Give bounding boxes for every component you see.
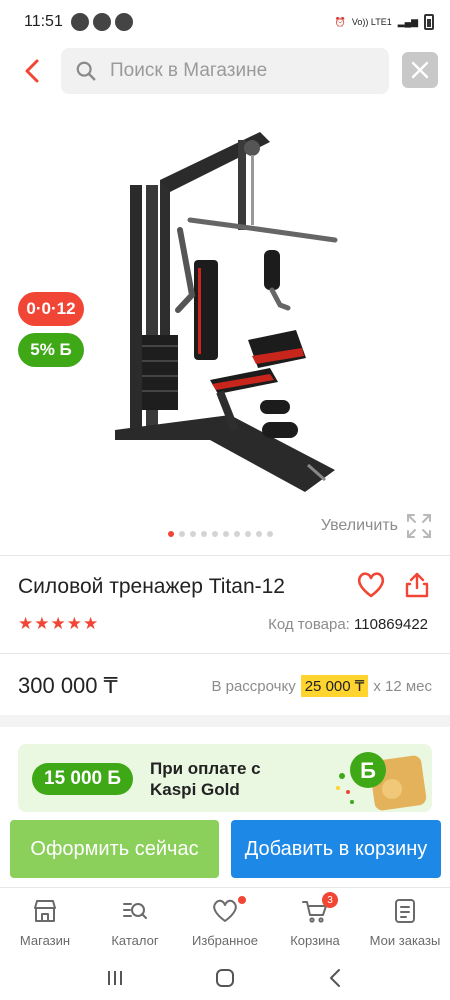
bottom-nav: Магазин Каталог Избранное 3 Корзина Мои …: [0, 887, 450, 955]
expand-icon: [407, 514, 431, 538]
network-indicator: Vo)) LTE1: [351, 17, 392, 27]
home-button[interactable]: [210, 963, 240, 993]
system-navigation: [0, 955, 450, 1000]
product-image[interactable]: [100, 130, 345, 500]
gallery-pagination[interactable]: [168, 531, 273, 537]
divider: [0, 555, 450, 556]
share-icon[interactable]: [404, 571, 430, 599]
cart-count-badge: 3: [322, 892, 338, 908]
back-button[interactable]: [18, 54, 48, 88]
gold-text-line1: При оплате с: [150, 759, 261, 778]
status-bar: 11:51 ⏰ Vo)) LTE1 ▂▄▆: [0, 0, 450, 44]
nav-label: Корзина: [290, 933, 340, 948]
section-gap: [0, 715, 450, 727]
recent-apps-icon: [108, 970, 122, 985]
nav-label: Мои заказы: [369, 933, 441, 948]
kaspi-gold-card-icon: Б: [336, 752, 427, 811]
product-gallery[interactable]: 0·0·12 5% Б Увеличить: [0, 120, 450, 540]
catalog-icon: [123, 903, 147, 919]
nav-item-orders[interactable]: Мои заказы: [360, 888, 450, 955]
heart-icon: [213, 899, 237, 922]
zoom-label: Увеличить: [320, 517, 398, 534]
installment-info[interactable]: В рассрочку 25 000 ₸ х 12 мес: [211, 675, 432, 697]
favorites-indicator: [238, 896, 246, 904]
battery-icon: [424, 14, 434, 30]
bonus-badge: 5% Б: [18, 333, 84, 367]
nav-item-favorites[interactable]: Избранное: [180, 888, 270, 955]
product-sku: Код товара: 110869422: [268, 616, 428, 633]
nav-label: Магазин: [19, 933, 71, 948]
zoom-button[interactable]: Увеличить: [321, 513, 432, 539]
search-header: Поиск в Магазине: [0, 46, 450, 98]
nav-item-store[interactable]: Магазин: [0, 888, 90, 955]
alarm-icon: ⏰: [334, 16, 346, 27]
orders-icon: [395, 899, 415, 923]
installment-badge: 0·0·12: [18, 292, 84, 326]
pagination-dot[interactable]: [245, 531, 251, 537]
pagination-dot[interactable]: [234, 531, 240, 537]
status-time: 11:51: [24, 13, 63, 30]
shazam-icon: [92, 13, 111, 31]
rating-stars[interactable]: ★★★★★: [18, 614, 99, 634]
checkout-button[interactable]: Оформить сейчас: [10, 820, 219, 878]
home-icon: [216, 968, 234, 987]
pagination-dot[interactable]: [223, 531, 229, 537]
recent-apps-button[interactable]: [100, 963, 130, 993]
pagination-dot[interactable]: [179, 531, 185, 537]
nav-item-catalog[interactable]: Каталог: [90, 888, 180, 955]
product-title: Силовой тренажер Titan-12: [18, 575, 285, 598]
sku-value: 110869422: [354, 616, 428, 633]
status-indicators: ⏰ Vo)) LTE1 ▂▄▆: [335, 14, 434, 30]
kaspi-gold-banner[interactable]: 15 000 Б При оплате с Kaspi Gold Б: [18, 744, 432, 812]
nav-label: Избранное: [192, 933, 258, 948]
store-icon: [34, 900, 56, 922]
close-icon: [411, 61, 429, 79]
search-input[interactable]: Поиск в Магазине: [61, 48, 389, 94]
pagination-dot[interactable]: [267, 531, 273, 537]
svg-text:Б: Б: [360, 758, 376, 783]
sku-label: Код товара:: [268, 616, 350, 633]
whatsapp-icon: [70, 13, 89, 31]
gold-text: При оплате с Kaspi Gold: [150, 758, 261, 800]
gold-text-line2: Kaspi Gold: [150, 780, 240, 799]
gold-bonus-amount: 15 000 Б: [32, 763, 134, 795]
close-search-button[interactable]: [402, 52, 438, 88]
nav-item-cart[interactable]: 3 Корзина: [270, 888, 360, 955]
chevron-left-icon: [25, 59, 39, 83]
product-price: 300 000 ₸: [18, 673, 118, 698]
add-to-cart-button[interactable]: Добавить в корзину: [231, 820, 441, 878]
pagination-dot[interactable]: [201, 531, 207, 537]
search-placeholder: Поиск в Магазине: [110, 60, 268, 81]
pagination-dot[interactable]: [212, 531, 218, 537]
wear-icon: [114, 13, 133, 31]
pagination-dot[interactable]: [190, 531, 196, 537]
installment-amount: 25 000 ₸: [300, 675, 369, 697]
search-icon: [76, 61, 96, 81]
back-icon: [330, 968, 340, 987]
pagination-dot[interactable]: [256, 531, 262, 537]
pagination-dot[interactable]: [168, 531, 174, 537]
signal-icon: ▂▄▆: [397, 16, 418, 27]
divider: [0, 653, 450, 654]
installment-suffix: х 12 мес: [373, 677, 432, 695]
nav-label: Каталог: [111, 933, 159, 948]
installment-prefix: В рассрочку: [211, 677, 296, 695]
system-back-button[interactable]: [320, 963, 350, 993]
favorite-heart-icon[interactable]: [356, 571, 386, 599]
